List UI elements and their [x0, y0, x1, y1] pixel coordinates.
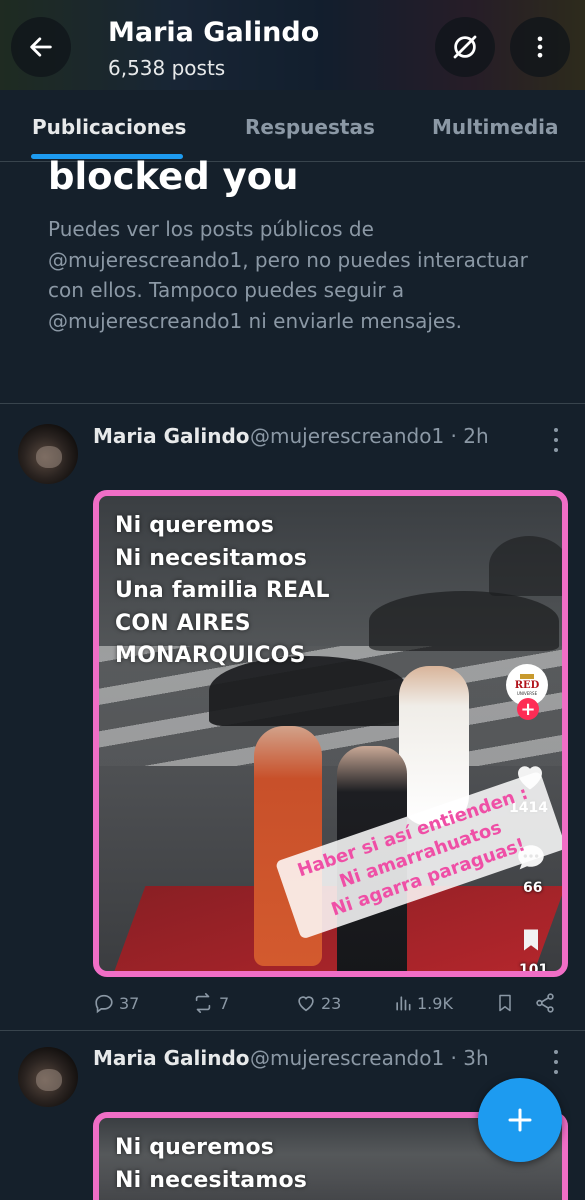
post-author-handle[interactable]: @mujerescreando1 · 2h [250, 424, 489, 448]
profile-header: Maria Galindo 6,538 posts [0, 0, 585, 90]
post-media[interactable]: Ni queremos Ni necesitamos Una familia R… [93, 490, 568, 977]
reply-button[interactable]: 37 [93, 992, 139, 1014]
repost-icon [195, 993, 211, 1013]
reply-icon [95, 994, 113, 1014]
more-vertical-icon [537, 36, 543, 58]
video-comment-count: 66 [523, 880, 543, 896]
post-more-button[interactable] [546, 1050, 566, 1074]
compose-plus-icon [508, 1108, 532, 1132]
share-icon [536, 993, 554, 1013]
tab-multimedia[interactable]: Multimedia [432, 115, 558, 139]
bookmark-icon [499, 994, 511, 1012]
tab-respuestas[interactable]: Respuestas [245, 115, 375, 139]
no-share-button[interactable] [435, 17, 495, 77]
umbrella [489, 536, 562, 596]
post-author-handle[interactable]: @mujerescreando1 · 3h [250, 1046, 489, 1070]
back-button[interactable] [11, 17, 71, 77]
views-icon [396, 996, 411, 1011]
blocked-title: blocked you [48, 155, 299, 198]
post-author-name[interactable]: Maria Galindo [93, 424, 250, 448]
view-count: 1.9K [417, 993, 453, 1013]
post-count: 6,538 posts [108, 56, 226, 80]
bookmark-video-icon [524, 929, 538, 951]
compose-button[interactable] [478, 1078, 562, 1162]
divider [0, 1030, 585, 1031]
divider [0, 403, 585, 404]
like-count: 23 [321, 993, 342, 1013]
back-arrow-icon [30, 37, 52, 57]
avatar[interactable] [18, 1047, 78, 1107]
blocked-description: Puedes ver los posts públicos de @mujere… [48, 217, 528, 333]
views-button[interactable]: 1.9K [393, 992, 453, 1014]
profile-tabs: Publicaciones Respuestas Multimedia [0, 90, 585, 162]
post-actions: 37 7 23 1.9K [93, 992, 563, 1020]
video-save-count: 101 [519, 962, 549, 977]
repost-button[interactable]: 7 [191, 992, 229, 1014]
repost-count: 7 [219, 993, 230, 1013]
umbrella [369, 591, 559, 651]
reply-count: 37 [119, 993, 140, 1013]
post-more-button[interactable] [546, 428, 566, 452]
follow-plus-icon: + [517, 698, 539, 720]
more-options-button[interactable] [510, 17, 570, 77]
share-button[interactable] [534, 992, 560, 1014]
no-share-icon [453, 35, 477, 59]
avatar[interactable] [18, 424, 78, 484]
bookmark-button[interactable] [495, 992, 519, 1014]
media-overlay-text: Ni queremos Ni necesitamos [115, 1135, 308, 1193]
profile-name: Maria Galindo [108, 17, 320, 48]
like-icon [298, 996, 314, 1012]
media-overlay-text: Ni queremos Ni necesitamos Una familia R… [115, 513, 330, 668]
post-author-name[interactable]: Maria Galindo [93, 1046, 250, 1070]
tab-publicaciones[interactable]: Publicaciones [32, 115, 186, 139]
like-button[interactable]: 23 [295, 992, 341, 1014]
